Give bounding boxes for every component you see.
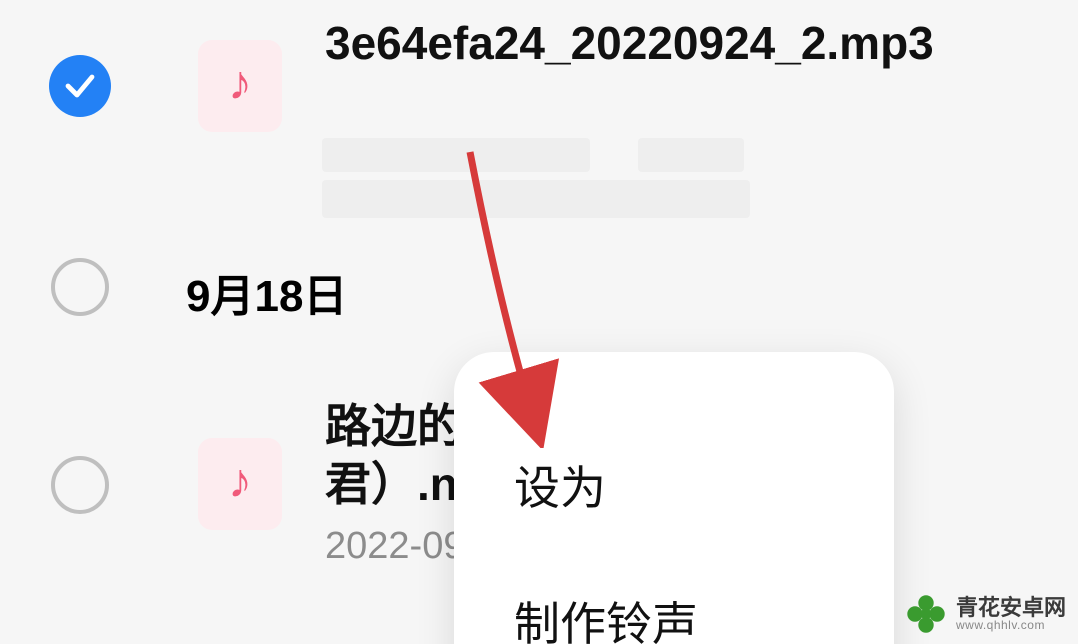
music-file-icon: ♪ xyxy=(198,40,282,132)
redacted-block xyxy=(322,138,590,172)
redacted-block xyxy=(322,180,750,218)
date-section-header: 9月18日 xyxy=(186,260,347,324)
checkmark-icon xyxy=(62,68,98,104)
context-menu: 设为 制作铃声 xyxy=(454,352,894,644)
redacted-metadata xyxy=(322,180,750,218)
checkbox-unselected[interactable] xyxy=(51,456,109,514)
file-date: 2022-09 xyxy=(325,525,464,568)
music-note-icon: ♪ xyxy=(228,60,252,108)
watermark-logo-icon xyxy=(904,592,948,636)
watermark: 青花安卓网 www.qhhlv.com xyxy=(904,592,1066,636)
checkbox-unselected[interactable] xyxy=(51,258,109,316)
music-file-icon: ♪ xyxy=(198,438,282,530)
file-name: 3e64efa24_20220924_2.mp3 xyxy=(325,15,1005,73)
watermark-url: www.qhhlv.com xyxy=(956,619,1066,632)
watermark-title: 青花安卓网 xyxy=(956,596,1066,619)
watermark-text: 青花安卓网 www.qhhlv.com xyxy=(956,596,1066,632)
music-note-icon: ♪ xyxy=(228,458,252,506)
redacted-block xyxy=(638,138,744,172)
menu-item-make-ringtone[interactable]: 制作铃声 xyxy=(454,588,894,644)
checkbox-selected[interactable] xyxy=(49,55,111,117)
menu-item-set-as[interactable]: 设为 xyxy=(454,452,894,588)
redacted-metadata xyxy=(322,138,744,172)
